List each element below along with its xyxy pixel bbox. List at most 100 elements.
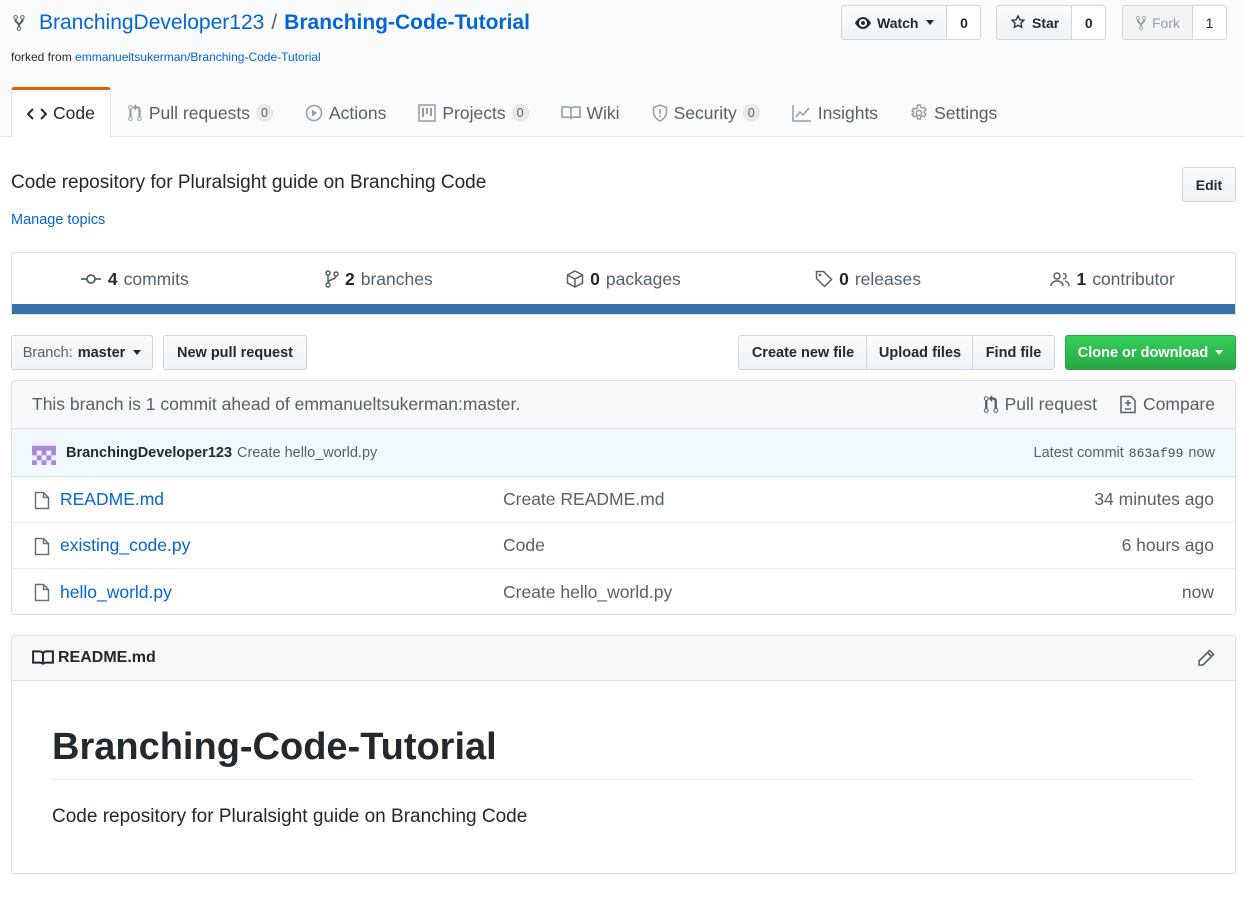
summary-label: commits — [123, 268, 189, 289]
fork-icon — [11, 14, 27, 32]
code-icon — [27, 107, 47, 121]
summary-count: 0 — [839, 268, 849, 289]
file-name-link[interactable]: README.md — [60, 489, 164, 510]
summary-releases[interactable]: 0 releases — [746, 269, 991, 290]
readme-box: README.md Branching-Code-Tutorial Code r… — [11, 635, 1236, 874]
star-group: Star 0 — [996, 5, 1107, 40]
watch-count[interactable]: 0 — [947, 5, 982, 40]
find-file-button[interactable]: Find file — [972, 335, 1055, 370]
readme-filename: README.md — [58, 649, 156, 666]
file-age: now — [1181, 581, 1214, 602]
tag-icon — [815, 270, 833, 288]
edit-button[interactable]: Edit — [1182, 167, 1236, 202]
chevron-down-icon — [1215, 350, 1224, 355]
forked-from-label: forked from — [11, 50, 76, 64]
file-age: 6 hours ago — [1121, 535, 1214, 555]
file-commit-message[interactable]: Create README.md — [503, 489, 664, 510]
summary-label: releases — [854, 268, 922, 289]
book-icon — [32, 649, 54, 667]
tab-code[interactable]: Code — [11, 87, 111, 138]
pull-request-label: Pull request — [1004, 394, 1098, 414]
chevron-down-icon — [133, 350, 142, 355]
watch-group: Watch 0 — [841, 5, 982, 40]
manage-topics-link[interactable]: Manage topics — [11, 212, 105, 228]
path-separator: / — [271, 11, 278, 34]
clone-label: Clone or download — [1077, 344, 1209, 361]
shield-icon — [652, 104, 668, 122]
tab-label: Code — [53, 103, 95, 123]
eye-icon — [854, 15, 872, 31]
tab-actions[interactable]: Actions — [289, 87, 402, 137]
tab-pull-requests[interactable]: Pull requests 0 — [111, 87, 289, 137]
pull-request-link[interactable]: Pull request — [983, 394, 1097, 415]
tab-counter: 0 — [256, 104, 273, 122]
file-commit-message[interactable]: Code — [503, 535, 545, 556]
commit-message[interactable]: Create hello_world.py — [237, 445, 377, 461]
tab-projects[interactable]: Projects 0 — [402, 87, 544, 137]
latest-commit-label: Latest commit — [1033, 444, 1124, 461]
repo-header: BranchingDeveloper123 / Branching-Code-T… — [0, 0, 1245, 138]
fork-group: Fork 1 — [1122, 5, 1227, 40]
commit-author[interactable]: BranchingDeveloper123 — [66, 445, 232, 461]
fork-button[interactable]: Fork — [1122, 5, 1193, 40]
upload-files-button[interactable]: Upload files — [866, 335, 974, 370]
tab-label: Insights — [817, 102, 879, 123]
package-icon — [566, 270, 584, 288]
pencil-icon[interactable] — [1197, 649, 1215, 667]
tab-counter: 0 — [511, 104, 529, 122]
tab-wiki[interactable]: Wiki — [545, 87, 636, 137]
summary-packages[interactable]: 0 packages — [501, 269, 746, 290]
repo-nav-tabs: Code Pull requests 0 Actions Projects 0 … — [11, 87, 1013, 138]
create-new-file-button[interactable]: Create new file — [738, 335, 868, 370]
star-button[interactable]: Star — [996, 5, 1073, 40]
tab-security[interactable]: Security 0 — [636, 87, 776, 137]
star-count[interactable]: 0 — [1072, 5, 1107, 40]
tab-label: Security — [673, 102, 737, 123]
branch-prefix: Branch: — [22, 344, 73, 361]
compare-link[interactable]: Compare — [1119, 394, 1215, 415]
project-icon — [418, 104, 437, 122]
clone-or-download-button[interactable]: Clone or download — [1065, 335, 1236, 370]
readme-header: README.md — [12, 636, 1235, 681]
file-browser: This branch is 1 commit ahead of emmanue… — [11, 380, 1236, 615]
file-name-link[interactable]: existing_code.py — [60, 535, 190, 556]
summary-count: 2 — [345, 268, 355, 289]
fork-count[interactable]: 1 — [1193, 5, 1227, 40]
summary-count: 0 — [590, 268, 600, 289]
language-bar[interactable] — [12, 304, 1235, 314]
numbers-summary: 4 commits 2 branches 0 packages 0 releas… — [11, 252, 1236, 315]
summary-count: 4 — [107, 268, 118, 289]
commit-icon — [80, 272, 102, 286]
tab-counter: 0 — [742, 104, 760, 122]
tab-settings[interactable]: Settings — [894, 87, 1013, 137]
branch-select[interactable]: Branch: master — [11, 335, 153, 370]
summary-contributors[interactable]: 1 contributor — [990, 269, 1235, 290]
readme-heading: Branching-Code-Tutorial — [52, 724, 1194, 780]
file-age: 34 minutes ago — [1094, 489, 1214, 509]
new-pull-request-button[interactable]: New pull request — [163, 335, 307, 370]
repo-name-link[interactable]: Branching-Code-Tutorial — [284, 11, 530, 35]
branch-status-text: This branch is 1 commit ahead of emmanue… — [32, 394, 521, 414]
avatar[interactable] — [32, 440, 56, 465]
summary-commits[interactable]: 4 commits — [12, 269, 257, 290]
play-icon — [305, 104, 323, 122]
commit-sha[interactable]: 863af99 — [1129, 446, 1184, 461]
book-icon — [560, 105, 581, 121]
fork-icon — [1135, 15, 1147, 31]
repo-description: Code repository for Pluralsight guide on… — [11, 172, 487, 193]
branch-name: master — [77, 344, 126, 361]
watch-button[interactable]: Watch — [841, 5, 948, 40]
file-commit-message[interactable]: Create hello_world.py — [503, 582, 672, 603]
file-icon — [34, 583, 50, 602]
chevron-down-icon — [926, 20, 935, 25]
tab-insights[interactable]: Insights — [776, 87, 894, 137]
forked-from-link[interactable]: emmanueltsukerman/Branching-Code-Tutoria… — [75, 50, 321, 64]
pull-request-icon — [983, 395, 999, 414]
repo-owner-link[interactable]: BranchingDeveloper123 — [39, 11, 264, 35]
file-name-link[interactable]: hello_world.py — [60, 582, 172, 603]
pull-request-icon — [127, 104, 143, 122]
summary-label: branches — [360, 268, 433, 289]
summary-branches[interactable]: 2 branches — [257, 269, 502, 290]
summary-label: packages — [605, 268, 681, 289]
file-row: README.md Create README.md 34 minutes ag… — [12, 477, 1235, 523]
